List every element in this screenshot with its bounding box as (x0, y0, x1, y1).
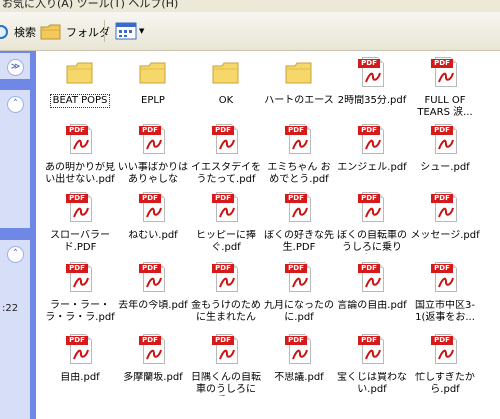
pdf-file-icon: PDF (355, 260, 389, 298)
pdf-file-icon: PDF (136, 122, 170, 160)
item-label: メッセージ.pdf (410, 230, 480, 241)
item-label: 日隅くんの自転車のうしろに乗... (191, 372, 261, 395)
item-label: 不思議.pdf (274, 372, 324, 383)
file-item[interactable]: PDF 国立市中区3-1(返事をお... (409, 260, 481, 324)
pdf-file-icon: PDF (428, 332, 462, 370)
file-item[interactable]: PDF FULL OF TEARS 涙... (409, 55, 481, 119)
folder-item[interactable]: OK (190, 55, 262, 107)
file-item[interactable]: PDF イエスタデイをうたって.pdf (190, 122, 262, 186)
file-item[interactable]: PDF ぼくの好きな先生.PDF (263, 190, 335, 254)
item-label: ねむい.pdf (128, 230, 178, 241)
pdf-file-icon: PDF (428, 190, 462, 228)
file-item[interactable]: PDFいい事ばかりはありゃしない.pdf (117, 122, 189, 186)
pdf-file-icon: PDF (209, 260, 243, 298)
folder-icon (63, 55, 97, 93)
folder-item[interactable]: ハートのエース (263, 55, 335, 107)
file-item[interactable]: PDF 去年の今頃.pdf (117, 260, 189, 312)
item-label: EPLP (141, 95, 165, 106)
file-item[interactable]: PDF あの明かりが見い出せない.pdf (44, 122, 116, 186)
item-label: 宝くじは買わない.pdf (337, 372, 407, 395)
pdf-file-icon: PDF (209, 190, 243, 228)
item-label: 2時間35分.pdf (337, 95, 407, 106)
folder-icon (282, 55, 316, 93)
item-label: ぼくの好きな先生.PDF (264, 230, 334, 253)
file-item[interactable]: PDF ねむい.pdf (117, 190, 189, 242)
file-item[interactable]: PDF 言論の自由.pdf (336, 260, 408, 312)
pdf-file-icon: PDF (355, 55, 389, 93)
item-label: 言論の自由.pdf (337, 300, 407, 311)
pdf-file-icon: PDF (63, 122, 97, 160)
file-item[interactable]: PDF エミちゃん おめでとう.pdf (263, 122, 335, 186)
pdf-file-icon: PDF (282, 260, 316, 298)
pdf-file-icon: PDF (428, 55, 462, 93)
file-item[interactable]: PDF ラー・ラー・ラ・ラ・ラ.pdf (44, 260, 116, 324)
item-label: 自由.pdf (60, 372, 100, 383)
item-label: あの明かりが見い出せない.pdf (45, 162, 115, 185)
item-label: 忙しすぎたから.pdf (415, 372, 475, 395)
pdf-file-icon: PDF (355, 190, 389, 228)
pdf-file-icon: PDF (355, 122, 389, 160)
item-label: 国立市中区3-1(返事をお... (415, 300, 475, 323)
pdf-file-icon: PDF (63, 190, 97, 228)
pdf-file-icon: PDF (282, 332, 316, 370)
file-item[interactable]: PDF シュー.pdf (409, 122, 481, 174)
folder-item[interactable]: EPLP (117, 55, 189, 107)
item-label: いい事ばかりはありゃしない.pdf (117, 162, 189, 185)
file-item[interactable]: PDF日隅くんの自転車のうしろに乗... (190, 332, 262, 396)
pdf-file-icon: PDF (63, 260, 97, 298)
pdf-file-icon: PDF (63, 332, 97, 370)
file-item[interactable]: PDF 自由.pdf (44, 332, 116, 384)
pdf-file-icon: PDF (428, 122, 462, 160)
pdf-file-icon: PDF (428, 260, 462, 298)
file-item[interactable]: PDF 忙しすぎたから.pdf (409, 332, 481, 396)
file-item[interactable]: PDF メッセージ.pdf (409, 190, 481, 242)
file-item[interactable]: PDF 宝くじは買わない.pdf (336, 332, 408, 396)
item-label: OK (218, 95, 234, 106)
file-item[interactable]: PDF 2時間35分.pdf (336, 55, 408, 107)
item-label: FULL OF TEARS 涙... (417, 95, 473, 118)
folder-icon (209, 55, 243, 93)
item-label: スローバラード.PDF (50, 230, 110, 253)
item-label: イエスタデイをうたって.pdf (191, 162, 261, 185)
item-label: 金もうけのために生まれたんじ... (191, 300, 261, 323)
folder-icon (136, 55, 170, 93)
pdf-file-icon: PDF (355, 332, 389, 370)
pdf-file-icon: PDF (136, 332, 170, 370)
file-item[interactable]: PDF スローバラード.PDF (44, 190, 116, 254)
item-label: ラー・ラー・ラ・ラ・ラ.pdf (45, 300, 115, 323)
pdf-file-icon: PDF (282, 190, 316, 228)
item-label: エミちゃん おめでとう.pdf (267, 162, 331, 185)
folder-item[interactable]: BEAT POPS (44, 55, 116, 110)
item-label: エンジェル.pdf (337, 162, 407, 173)
file-item[interactable]: PDF金もうけのために生まれたんじ... (190, 260, 262, 324)
item-label: ヒッピーに捧ぐ.pdf (196, 230, 256, 253)
item-label: シュー.pdf (420, 162, 470, 173)
pdf-file-icon: PDF (136, 190, 170, 228)
file-grid: BEAT POPS EPLP OK ハートのエース PDF 2時間35分.pdf PDF FU… (0, 0, 500, 419)
item-label: ハートのエース (264, 95, 334, 106)
item-label: BEAT POPS (49, 94, 111, 108)
item-label: 多摩蘭坂.pdf (123, 372, 183, 383)
item-label: ぼくの自転車のうしろに乗りな... (337, 230, 407, 253)
file-item[interactable]: PDF 不思議.pdf (263, 332, 335, 384)
file-item[interactable]: PDFぼくの自転車のうしろに乗りな... (336, 190, 408, 254)
pdf-file-icon: PDF (209, 332, 243, 370)
pdf-file-icon: PDF (136, 260, 170, 298)
pdf-file-icon: PDF (282, 122, 316, 160)
item-label: 九月になったのに.pdf (264, 300, 334, 323)
file-item[interactable]: PDF エンジェル.pdf (336, 122, 408, 174)
item-label: 去年の今頃.pdf (118, 300, 188, 311)
file-item[interactable]: PDF ヒッピーに捧ぐ.pdf (190, 190, 262, 254)
file-item[interactable]: PDF 多摩蘭坂.pdf (117, 332, 189, 384)
pdf-file-icon: PDF (209, 122, 243, 160)
file-item[interactable]: PDF 九月になったのに.pdf (263, 260, 335, 324)
